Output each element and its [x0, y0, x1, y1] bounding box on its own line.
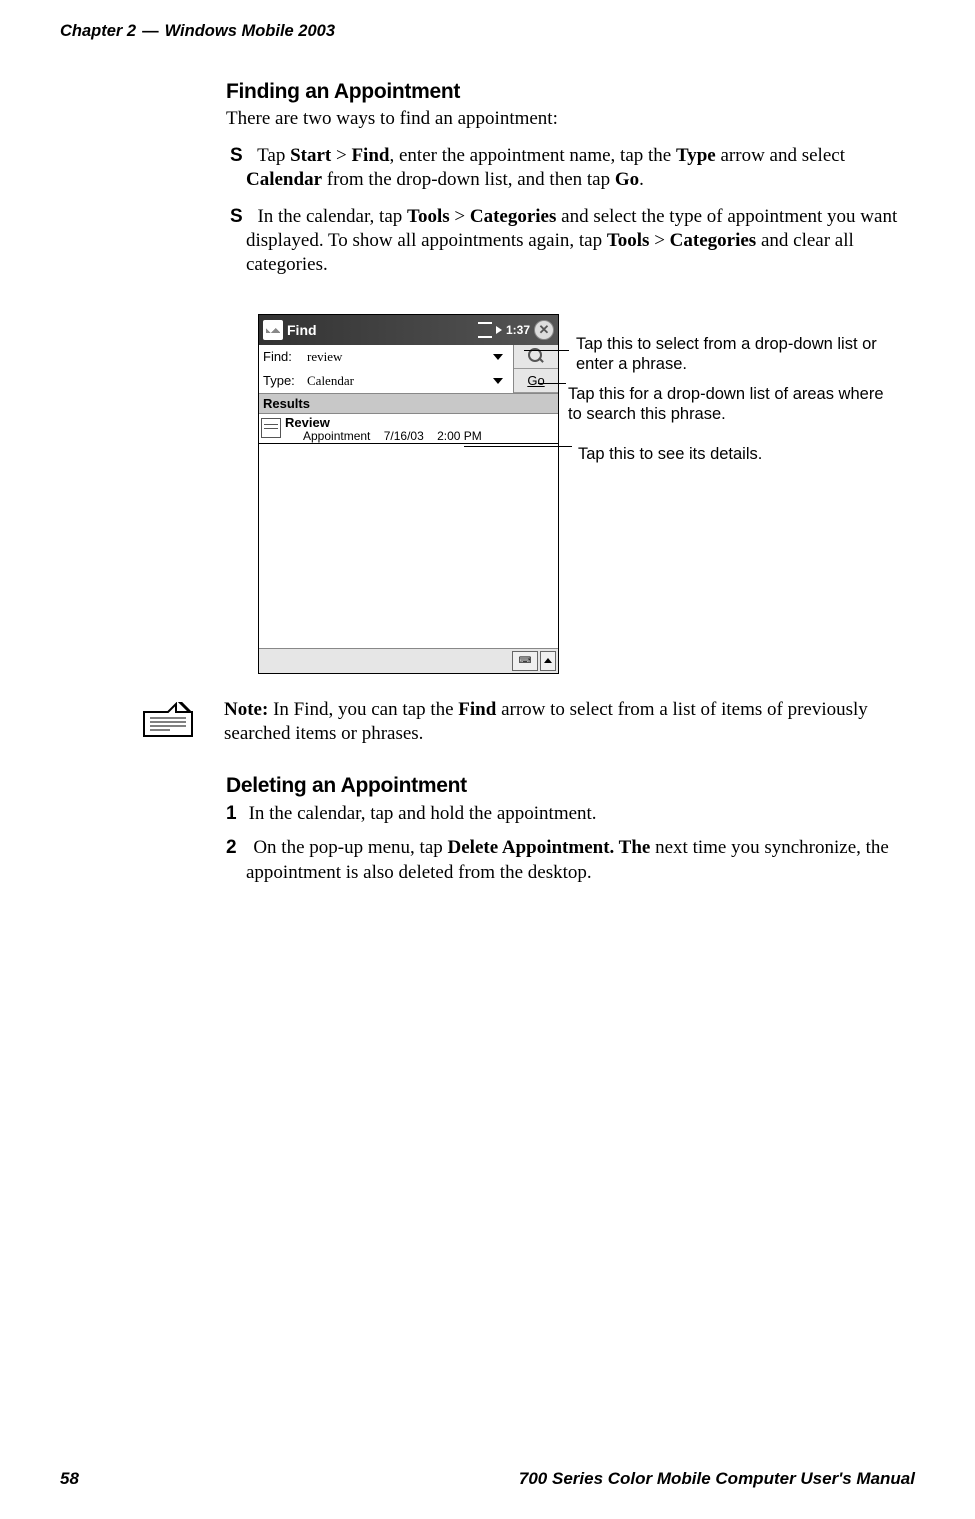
text: >: [450, 206, 470, 227]
page-footer: 58 700 Series Color Mobile Computer User…: [60, 1469, 915, 1489]
go-button[interactable]: Go: [514, 369, 558, 393]
bold: Categories: [470, 206, 557, 227]
header-title: Windows Mobile 2003: [165, 22, 335, 41]
type-row: Type: Calendar: [259, 369, 513, 393]
finding-appointment-intro: There are two ways to find an appointmen…: [226, 108, 915, 130]
text: from the drop-down list, and then tap: [322, 169, 615, 190]
go-label: Go: [527, 373, 544, 388]
pocket-pc-find-screen: Find 1:37 ✕ Find: review: [258, 314, 559, 674]
callout-result-item: Tap this to see its details.: [578, 444, 762, 464]
window-title: Find: [287, 322, 478, 338]
text: >: [649, 230, 669, 251]
device-screenshot-figure: Find 1:37 ✕ Find: review: [226, 314, 915, 674]
results-empty-area: [259, 444, 558, 648]
header-sep: —: [142, 22, 159, 41]
bold: Find: [458, 699, 496, 720]
chapter-label: Chapter 2: [60, 22, 136, 41]
bold: Start: [290, 145, 331, 166]
step-2: On the pop-up menu, tap Delete Appointme…: [246, 836, 915, 885]
titlebar: Find 1:37 ✕: [259, 315, 558, 345]
bold: Delete Appointment. The: [448, 837, 651, 858]
results-header: Results: [259, 393, 558, 414]
text: >: [331, 145, 351, 166]
type-dropdown-arrow-icon[interactable]: [493, 378, 503, 384]
bold: Calendar: [246, 169, 322, 190]
bullet-find-via-start: Tap Start > Find, enter the appointment …: [246, 144, 915, 193]
text: On the pop-up menu, tap: [253, 837, 447, 858]
search-button[interactable]: [514, 345, 558, 369]
clock-label[interactable]: 1:37: [506, 323, 530, 337]
step-1: In the calendar, tap and hold the appoin…: [246, 802, 915, 826]
text: In the calendar, tap: [257, 206, 407, 227]
input-panel-bar: ⌨: [259, 648, 558, 673]
text: arrow and select: [716, 145, 845, 166]
result-subtitle: Appointment 7/16/03 2:00 PM: [303, 429, 482, 443]
note-icon: [140, 702, 196, 742]
text: .: [639, 169, 644, 190]
connectivity-icon[interactable]: [478, 322, 492, 338]
bold: Type: [676, 145, 716, 166]
note-label: Note:: [224, 699, 268, 720]
find-input[interactable]: review: [307, 349, 493, 365]
close-icon[interactable]: ✕: [534, 320, 554, 340]
bold: Tools: [607, 230, 650, 251]
sip-up-arrow-icon[interactable]: [540, 651, 556, 671]
bold: Find: [351, 145, 389, 166]
type-label: Type:: [263, 373, 307, 388]
calendar-icon: [261, 418, 281, 438]
manual-title: 700 Series Color Mobile Computer User's …: [519, 1469, 915, 1489]
note-block: Note: In Find, you can tap the Find arro…: [140, 698, 915, 747]
result-title: Review: [285, 416, 482, 429]
find-row: Find: review: [259, 345, 513, 369]
page-number: 58: [60, 1469, 79, 1489]
text: , enter the appointment name, tap the: [389, 145, 675, 166]
text: Tap: [257, 145, 290, 166]
callout-line: [538, 383, 566, 384]
note-text: Note: In Find, you can tap the Find arro…: [224, 698, 915, 747]
find-label: Find:: [263, 349, 307, 364]
deleting-appointment-heading: Deleting an Appointment: [226, 774, 915, 798]
callout-line: [464, 446, 572, 447]
bold: Go: [615, 169, 639, 190]
callout-type-field: Tap this for a drop-down list of areas w…: [568, 384, 888, 424]
text: In Find, you can tap the: [268, 699, 458, 720]
bold: Categories: [670, 230, 757, 251]
finding-appointment-heading: Finding an Appointment: [226, 80, 915, 104]
keyboard-icon[interactable]: ⌨: [512, 651, 538, 671]
running-header: Chapter 2 — Windows Mobile 2003: [60, 22, 915, 41]
callout-find-field: Tap this to select from a drop-down list…: [576, 334, 896, 374]
type-dropdown[interactable]: Calendar: [307, 373, 493, 389]
speaker-icon[interactable]: [496, 326, 502, 334]
callout-line: [524, 350, 569, 351]
start-flag-icon[interactable]: [263, 320, 283, 340]
find-dropdown-arrow-icon[interactable]: [493, 354, 503, 360]
result-item[interactable]: Review Appointment 7/16/03 2:00 PM: [259, 414, 558, 444]
bold: Tools: [407, 206, 450, 227]
bullet-tools-categories: In the calendar, tap Tools > Categories …: [246, 205, 915, 278]
